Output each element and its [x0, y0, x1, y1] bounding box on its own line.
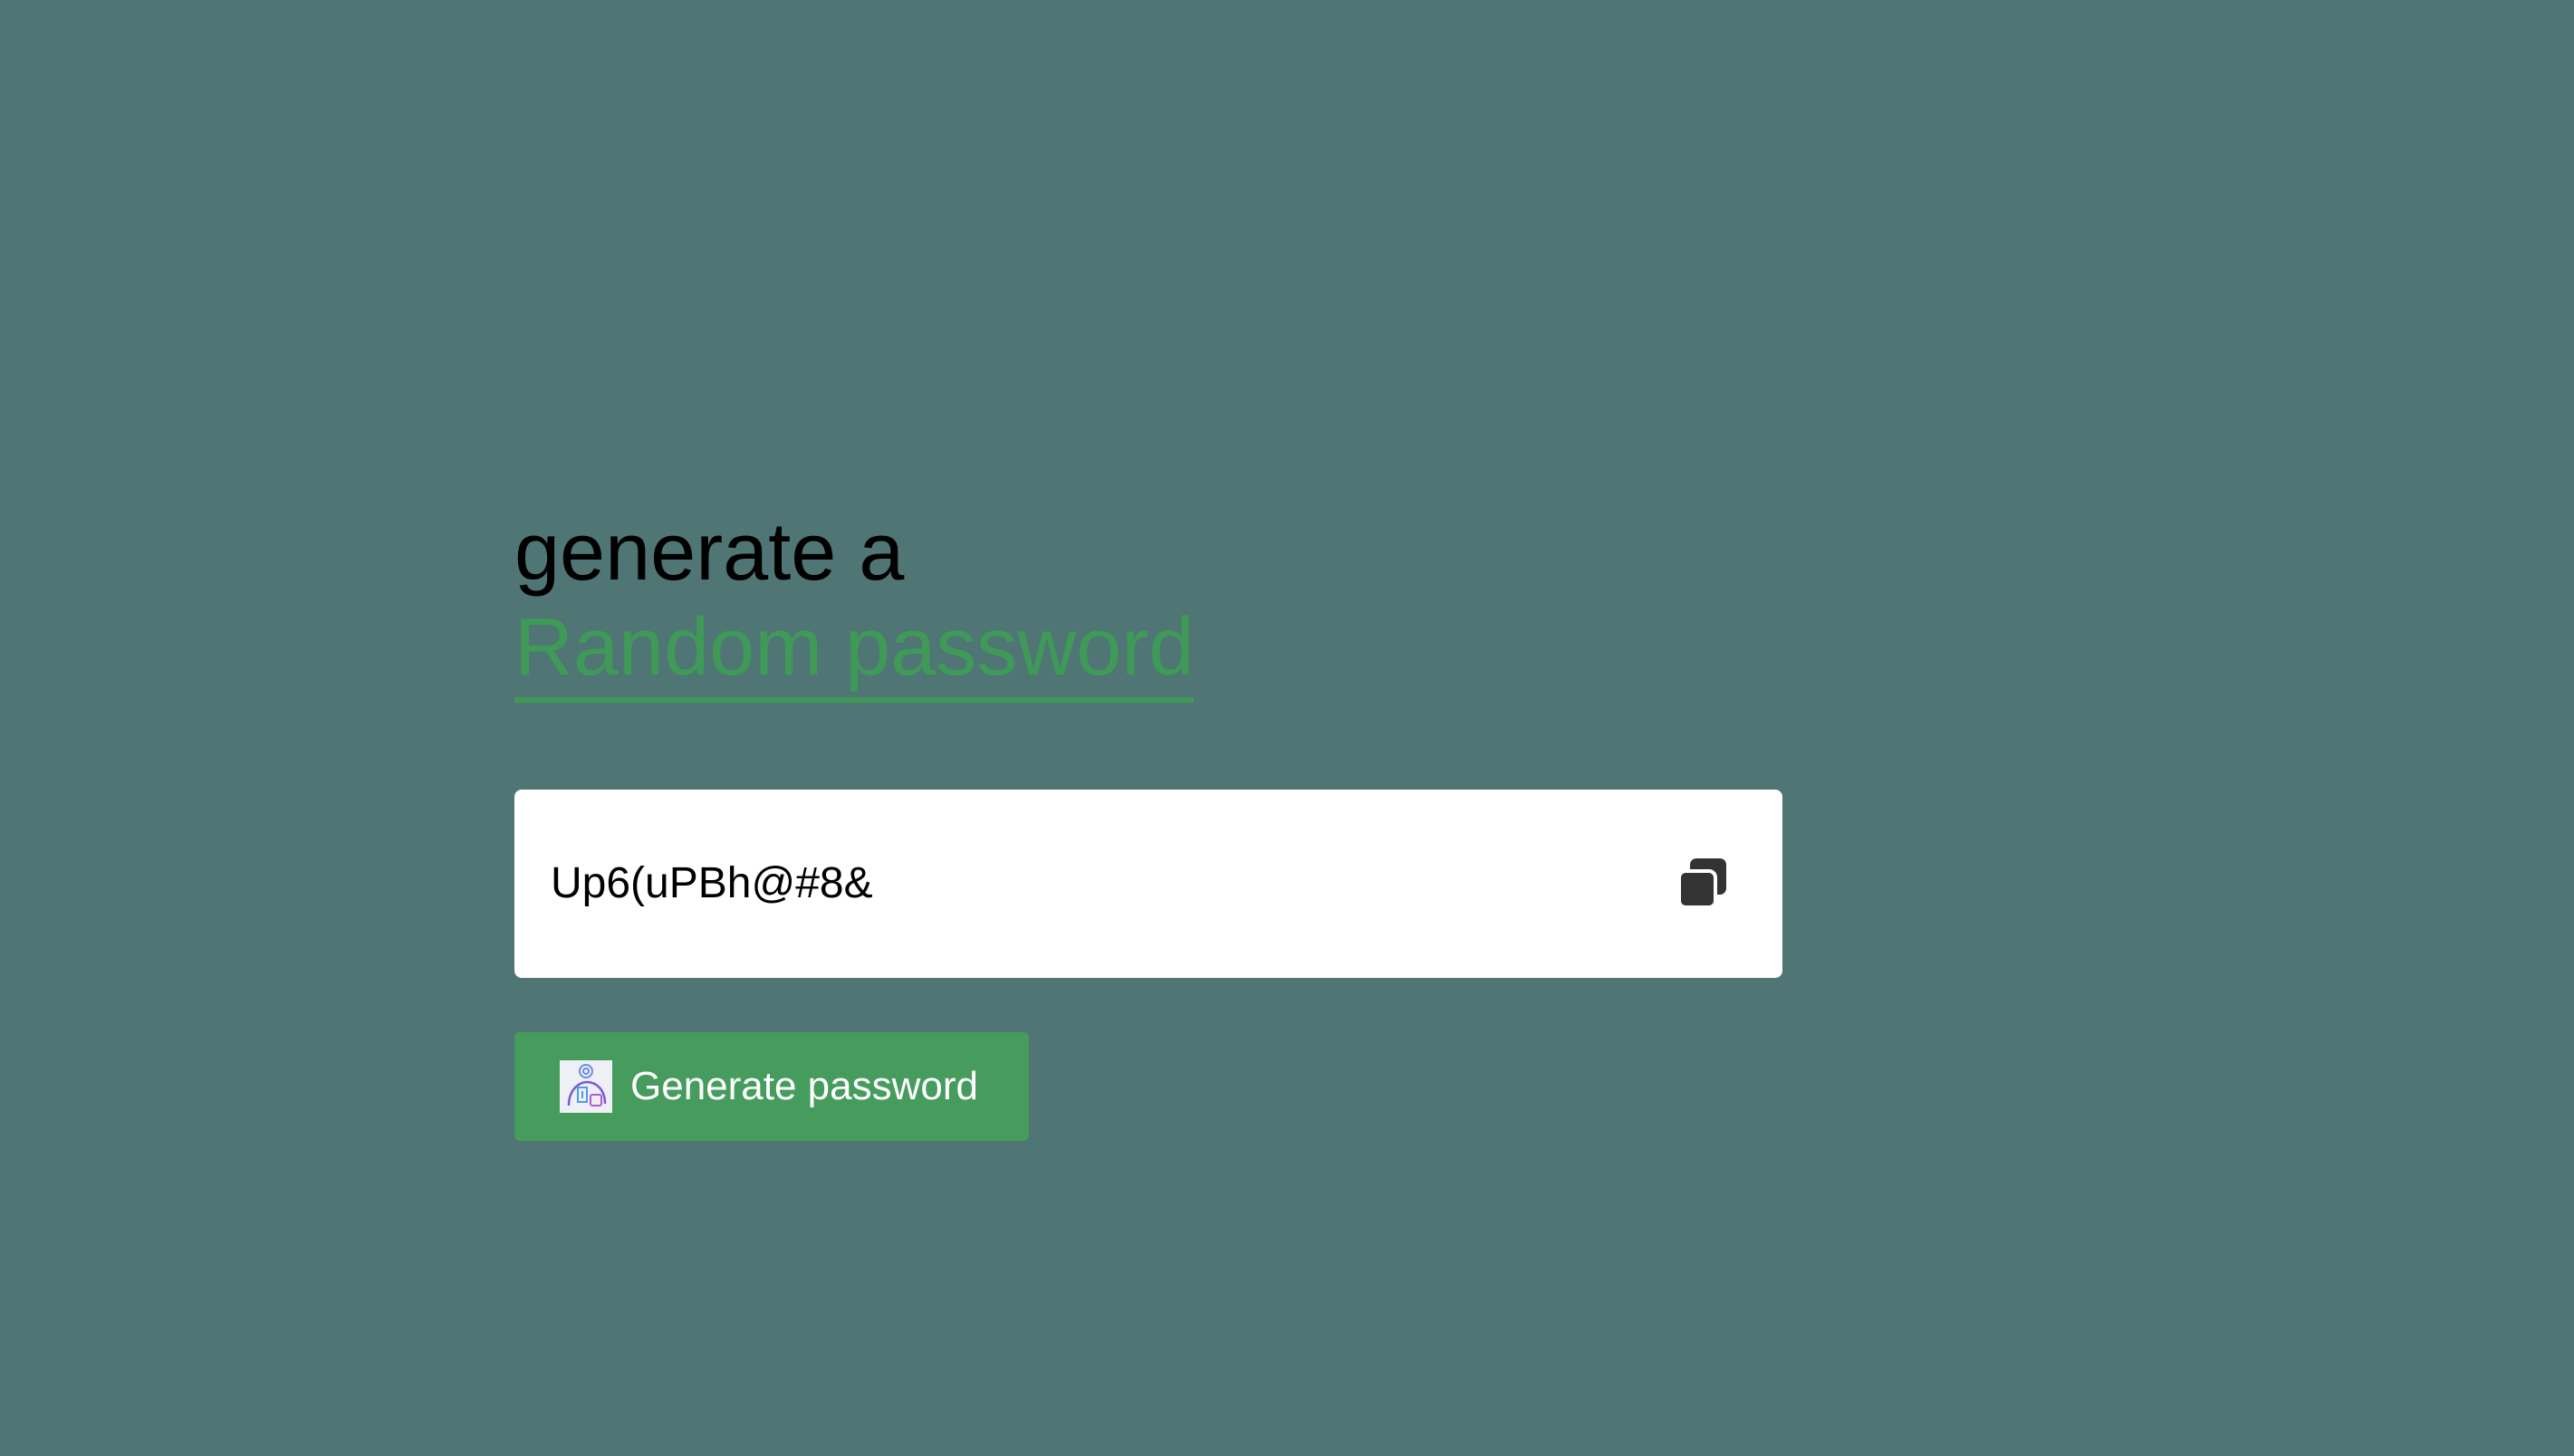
copy-icon — [1677, 858, 1726, 909]
copy-button[interactable] — [1674, 855, 1732, 913]
generate-illustration-icon — [560, 1060, 612, 1113]
password-display: Up6(uPBh@#8& — [514, 790, 1782, 978]
password-value[interactable]: Up6(uPBh@#8& — [551, 790, 873, 978]
heading-line-2: Random password — [514, 598, 1195, 703]
password-generator: generate a Random password Up6(uPBh@#8& … — [514, 507, 1782, 1141]
generate-button-label: Generate password — [630, 1064, 978, 1108]
generate-password-button[interactable]: Generate password — [514, 1032, 1029, 1141]
heading-line-1: generate a — [514, 507, 905, 598]
